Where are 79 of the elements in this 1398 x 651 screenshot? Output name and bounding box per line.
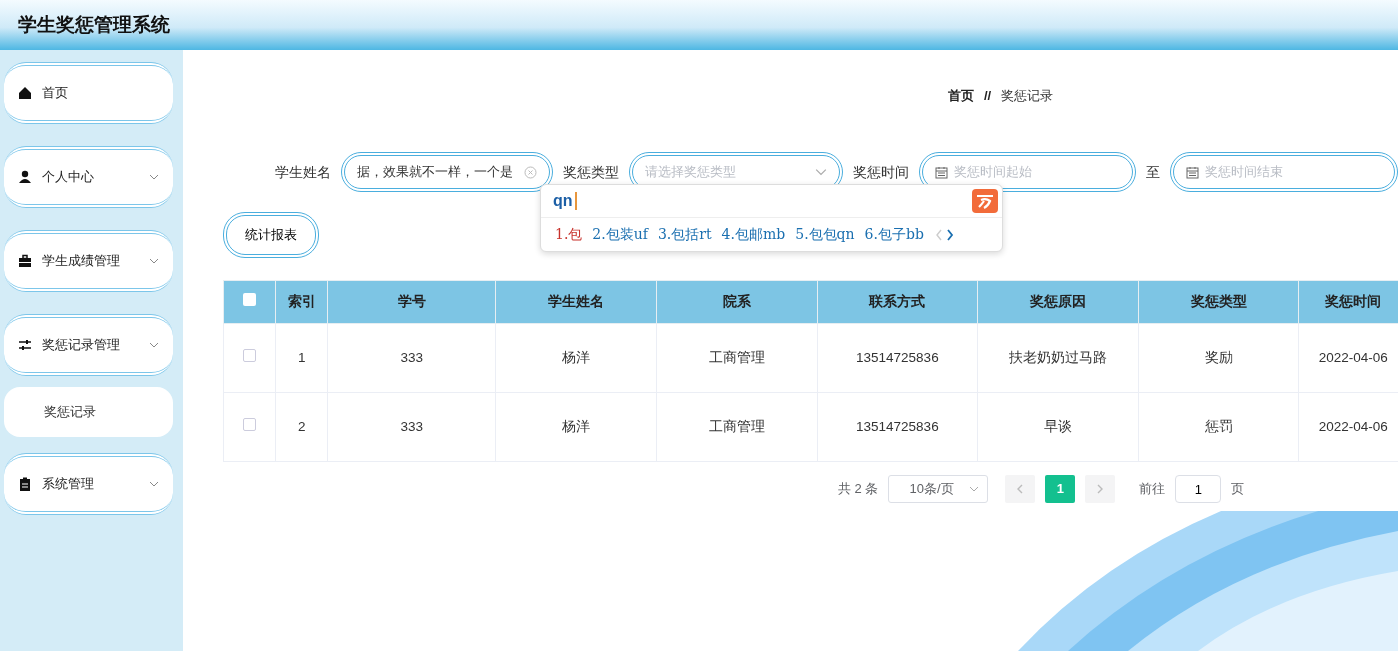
menu-label: 个人中心: [42, 168, 95, 187]
menu-label: 学生成绩管理: [42, 252, 121, 271]
field-label: 学生姓名: [275, 162, 331, 182]
chevron-down-icon: [149, 172, 159, 182]
submenu-item[interactable]: 奖惩记录: [4, 387, 173, 437]
ime-candidate[interactable]: 3.包括rt: [657, 224, 712, 245]
field-label: 奖惩类型: [562, 162, 619, 182]
table-cell: 早谈: [977, 392, 1139, 462]
menu-label: 奖惩记录管理: [42, 336, 121, 355]
calendar-icon: [934, 165, 948, 179]
table-cell: 1: [275, 323, 328, 393]
column-header: 院系: [656, 280, 818, 324]
select-all-checkbox[interactable]: [243, 292, 257, 306]
chevron-down-icon: [814, 166, 827, 178]
menu-item[interactable]: 个人中心: [4, 146, 173, 208]
column-header: 奖惩原因: [977, 280, 1139, 324]
ime-input-text: qn: [553, 192, 577, 210]
table-cell: 333: [327, 392, 496, 462]
column-header: 奖惩时间: [1298, 280, 1398, 324]
table-cell: 333: [327, 323, 496, 393]
home-icon: [18, 86, 32, 100]
menu-label: 系统管理: [42, 475, 95, 494]
clipboard-icon: [18, 477, 32, 491]
column-header: 学号: [327, 280, 496, 324]
ime-candidate[interactable]: 5.包包qn: [795, 224, 855, 245]
menu-item[interactable]: 系统管理: [4, 453, 173, 515]
table-cell: 杨洋: [495, 392, 657, 462]
previous-page-button[interactable]: [1005, 475, 1036, 503]
report-button[interactable]: 统计报表: [223, 212, 319, 258]
ime-candidate[interactable]: 1.包: [555, 224, 583, 245]
total-count: 共 2 条: [838, 480, 879, 499]
table-cell: 2: [275, 392, 328, 462]
page-size-select[interactable]: 10条/页: [888, 475, 989, 503]
table-cell: 13514725836: [817, 392, 978, 462]
chevron-left-icon: [1016, 484, 1025, 494]
goto-label: 前往: [1139, 480, 1166, 499]
clear-icon[interactable]: [523, 165, 537, 179]
row-checkbox[interactable]: [243, 348, 257, 362]
ime-candidate[interactable]: 2.包装uf: [592, 224, 648, 245]
name-field[interactable]: 据，效果就不一样，一个是: [341, 152, 553, 192]
breadcrumb-item[interactable]: 首页: [947, 86, 974, 125]
chevron-right-icon: [1096, 484, 1105, 494]
column-header: 联系方式: [817, 280, 978, 324]
table-cell: 惩罚: [1138, 392, 1299, 462]
breadcrumb-item: 奖惩记录: [1001, 87, 1054, 105]
menu-item[interactable]: 学生成绩管理: [4, 230, 173, 292]
column-header: 学生姓名: [495, 280, 657, 324]
chevron-down-icon: [149, 340, 159, 350]
field-label: 奖惩时间: [852, 162, 909, 182]
table-cell: 奖励: [1138, 323, 1299, 393]
ime-candidate[interactable]: 4.包邮mb: [721, 224, 786, 245]
briefcase-icon: [18, 254, 32, 268]
breadcrumb-separator: //: [983, 87, 992, 105]
chevron-down-icon: [969, 484, 980, 494]
chevron-down-icon: [149, 256, 159, 266]
row-checkbox[interactable]: [243, 417, 257, 431]
user-icon: [18, 170, 32, 184]
page-suffix: 页: [1231, 480, 1245, 499]
range-separator: 至: [1146, 162, 1161, 182]
table-cell: 2022-04-06: [1298, 323, 1398, 393]
menu-item[interactable]: 奖惩记录管理: [4, 314, 173, 376]
table-cell: 工商管理: [656, 323, 818, 393]
chevron-down-icon: [149, 479, 159, 489]
table-cell: 13514725836: [817, 323, 978, 393]
sliders-icon: [18, 338, 32, 352]
ime-logo-icon: [972, 189, 998, 213]
table-cell: 工商管理: [656, 392, 818, 462]
column-header: 奖惩类型: [1138, 280, 1299, 324]
calendar-icon: [1186, 165, 1200, 179]
page-input[interactable]: 1: [1175, 475, 1222, 503]
menu-label: 首页: [42, 84, 69, 103]
column-header: 索引: [275, 280, 328, 324]
app-title: 学生奖惩管理系统: [18, 12, 170, 37]
table-cell: 扶老奶奶过马路: [977, 323, 1139, 393]
table-cell: 2022-04-06: [1298, 392, 1398, 462]
next-page-button[interactable]: [1085, 475, 1116, 503]
menu-item[interactable]: 首页: [4, 62, 173, 124]
table-cell: 杨洋: [495, 323, 657, 393]
ime-candidate[interactable]: 6.包子bb: [864, 224, 924, 245]
